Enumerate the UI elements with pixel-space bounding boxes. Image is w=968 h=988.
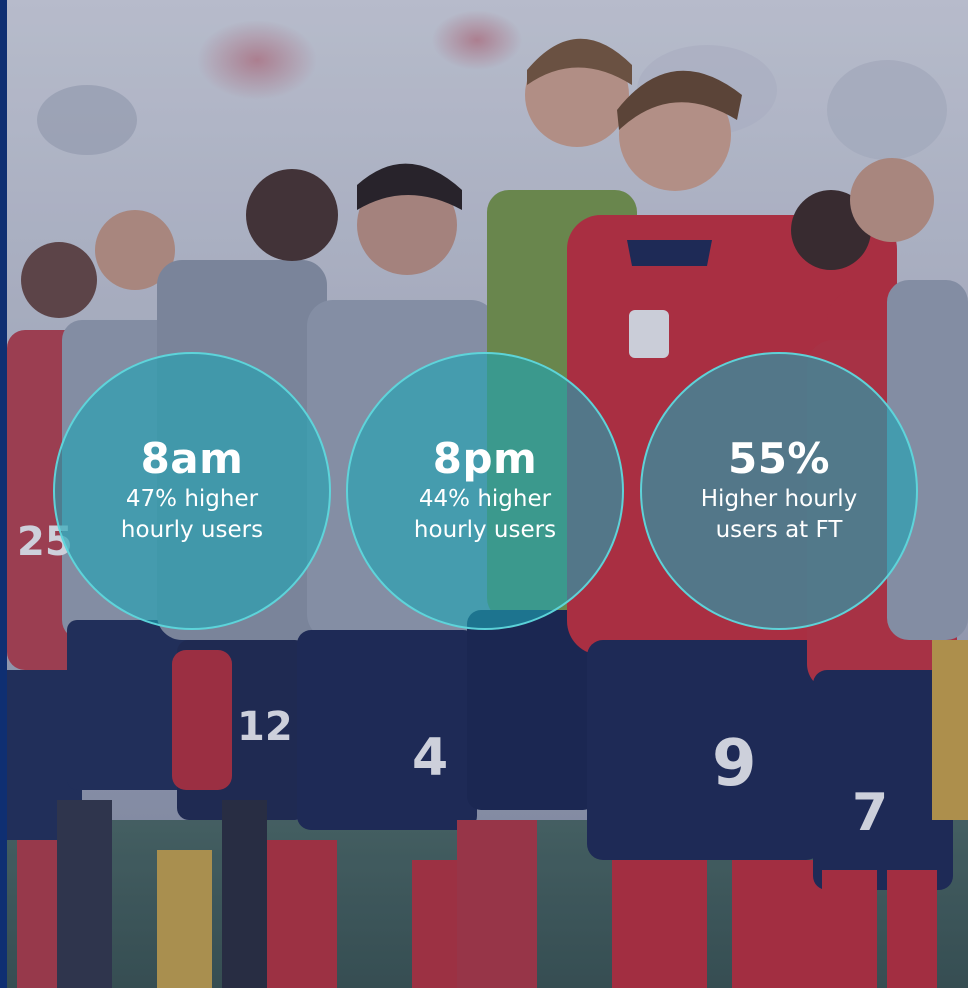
stat-caption: 44% higher hourly users [413, 486, 557, 543]
stat-caption: Higher hourly users at FT [700, 486, 858, 543]
stat-headline: 55% [727, 434, 831, 483]
stat-circle-55-percent: 55% Higher hourly users at FT [640, 352, 918, 630]
stat-headline: 8am [140, 434, 244, 483]
left-accent-bar [0, 0, 7, 988]
stat-caption: 47% higher hourly users [120, 486, 264, 543]
stat-headline: 8pm [432, 434, 538, 483]
stat-circle-8am: 8am 47% higher hourly users [53, 352, 331, 630]
stat-circle-8pm: 8pm 44% higher hourly users [346, 352, 624, 630]
infographic-stage: 9 7 25 12 4 8am 47% higher hourly users … [0, 0, 968, 988]
